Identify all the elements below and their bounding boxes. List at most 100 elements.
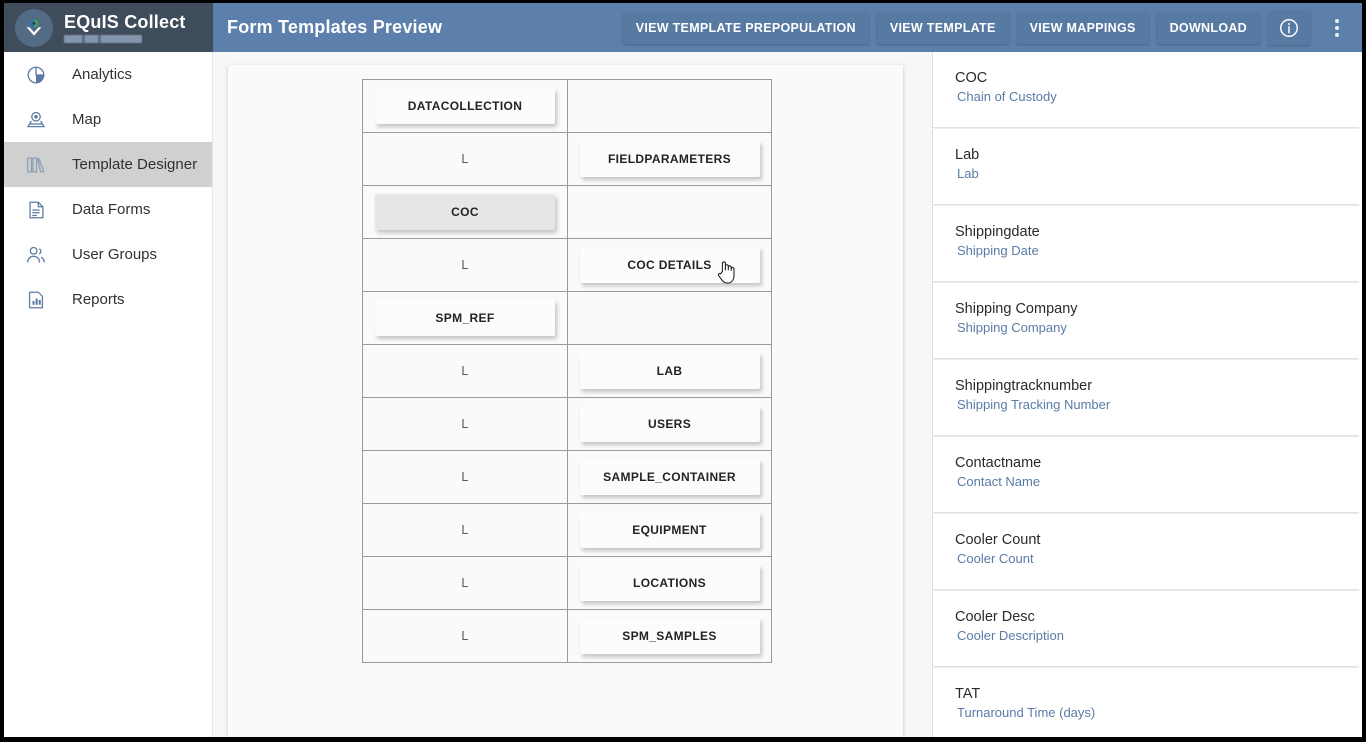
tree-leaf-marker: L [461, 523, 468, 537]
sidebar-nav: Analytics Map Template De [4, 52, 213, 737]
view-template-button[interactable]: VIEW TEMPLATE [877, 12, 1009, 44]
sidebar-item-map[interactable]: Map [4, 97, 212, 142]
sidebar-item-reports[interactable]: Reports [4, 277, 212, 322]
sidebar-item-label: Reports [72, 291, 125, 308]
main-stage: DATACOLLECTION L FIELDPARAMETERS COC L COC DE… [213, 52, 1362, 737]
field-card-name: TAT [955, 685, 1362, 703]
field-card[interactable]: Cooler DescCooler Description [932, 591, 1362, 667]
tree-leaf-marker-cell: L [363, 239, 568, 292]
app-window: EQuIS Collect Form Templates Preview VIE… [4, 3, 1362, 737]
tree-empty-cell [568, 292, 772, 345]
field-card[interactable]: Shipping CompanyShipping Company [932, 283, 1362, 359]
panel-scrollbar[interactable] [1359, 52, 1362, 737]
template-structure-body: DATACOLLECTION L FIELDPARAMETERS COC L COC DE… [363, 80, 772, 663]
field-card[interactable]: COCChain of Custody [932, 52, 1362, 128]
toolbar-actions: VIEW TEMPLATE PREPOPULATION VIEW TEMPLAT… [623, 8, 1354, 48]
field-card-name: Contactname [955, 454, 1362, 472]
tree-child-cell: LAB [568, 345, 772, 398]
tree-leaf-marker-cell: L [363, 398, 568, 451]
brand-area: EQuIS Collect [4, 3, 213, 52]
info-circle-icon[interactable] [1268, 11, 1310, 45]
sidebar-item-label: User Groups [72, 246, 157, 263]
tree-node-fieldparameters[interactable]: FIELDPARAMETERS [580, 141, 760, 177]
template-structure-row: L USERS [363, 398, 772, 451]
tree-child-cell: EQUIPMENT [568, 504, 772, 557]
document-icon [22, 197, 50, 223]
template-structure-row: L COC DETAILS [363, 239, 772, 292]
field-card-name: COC [955, 69, 1362, 87]
field-definition-panel[interactable]: COCChain of CustodyLabLabShippingdateShi… [932, 52, 1362, 737]
books-icon [22, 152, 50, 178]
field-card[interactable]: LabLab [932, 129, 1362, 205]
view-mappings-button[interactable]: VIEW MAPPINGS [1017, 12, 1149, 44]
collect-globe-logo-icon[interactable] [15, 9, 53, 47]
tree-node-datacollection[interactable]: DATACOLLECTION [375, 88, 555, 124]
tree-leaf-marker-cell: L [363, 557, 568, 610]
brand-subtitle-redacted [64, 35, 142, 43]
view-template-prepopulation-button[interactable]: VIEW TEMPLATE PREPOPULATION [623, 12, 869, 44]
field-card[interactable]: ShippingdateShipping Date [932, 206, 1362, 282]
page-title: Form Templates Preview [227, 17, 442, 38]
field-card[interactable]: ContactnameContact Name [932, 437, 1362, 513]
tree-node-spm-ref[interactable]: SPM_REF [375, 300, 555, 336]
tree-node-users[interactable]: USERS [580, 406, 760, 442]
sidebar-item-data-forms[interactable]: Data Forms [4, 187, 212, 232]
template-structure-row: L SAMPLE_CONTAINER [363, 451, 772, 504]
field-card-name: Shipping Company [955, 300, 1362, 318]
pie-chart-icon [22, 62, 50, 88]
field-card-description: Lab [957, 165, 1362, 183]
tree-node-equipment[interactable]: EQUIPMENT [580, 512, 760, 548]
tree-node-cell: COC [363, 186, 568, 239]
tree-leaf-marker: L [461, 364, 468, 378]
download-button[interactable]: DOWNLOAD [1157, 12, 1260, 44]
tree-leaf-marker-cell: L [363, 504, 568, 557]
tree-node-spm-samples[interactable]: SPM_SAMPLES [580, 618, 760, 654]
tree-child-cell: LOCATIONS [568, 557, 772, 610]
sidebar-item-label: Template Designer [72, 156, 197, 173]
sidebar-item-template-designer[interactable]: Template Designer [4, 142, 212, 187]
template-structure-row: COC [363, 186, 772, 239]
tree-child-cell: USERS [568, 398, 772, 451]
field-card-description: Shipping Tracking Number [957, 396, 1362, 414]
tree-node-sample-container[interactable]: SAMPLE_CONTAINER [580, 459, 760, 495]
field-card-name: Cooler Desc [955, 608, 1362, 626]
brand-title: EQuIS Collect [64, 12, 186, 32]
field-card-description: Contact Name [957, 473, 1362, 491]
template-structure-row: SPM_REF [363, 292, 772, 345]
field-card-description: Shipping Date [957, 242, 1362, 260]
tree-leaf-marker-cell: L [363, 133, 568, 186]
field-card-description: Shipping Company [957, 319, 1362, 337]
field-card-description: Cooler Description [957, 627, 1362, 645]
sidebar-item-user-groups[interactable]: User Groups [4, 232, 212, 277]
tree-leaf-marker: L [461, 258, 468, 272]
tree-node-lab[interactable]: LAB [580, 353, 760, 389]
field-list: COCChain of CustodyLabLabShippingdateShi… [932, 52, 1362, 737]
field-card[interactable]: ShippingtracknumberShipping Tracking Num… [932, 360, 1362, 436]
tree-empty-cell [568, 186, 772, 239]
template-structure-row: L SPM_SAMPLES [363, 610, 772, 663]
field-card-name: Cooler Count [955, 531, 1362, 549]
top-bar: EQuIS Collect Form Templates Preview VIE… [4, 3, 1362, 52]
tree-child-cell: FIELDPARAMETERS [568, 133, 772, 186]
tree-leaf-marker: L [461, 470, 468, 484]
field-card[interactable]: Cooler CountCooler Count [932, 514, 1362, 590]
tree-leaf-marker: L [461, 629, 468, 643]
template-structure-row: DATACOLLECTION [363, 80, 772, 133]
field-card-description: Cooler Count [957, 550, 1362, 568]
sidebar-item-analytics[interactable]: Analytics [4, 52, 212, 97]
tree-node-coc-details[interactable]: COC DETAILS [580, 247, 760, 283]
vertical-dots-icon[interactable] [1320, 8, 1354, 48]
tree-leaf-marker: L [461, 152, 468, 166]
tree-child-cell: SPM_SAMPLES [568, 610, 772, 663]
tree-node-locations[interactable]: LOCATIONS [580, 565, 760, 601]
tree-leaf-marker-cell: L [363, 451, 568, 504]
tree-node-cell: DATACOLLECTION [363, 80, 568, 133]
users-icon [22, 242, 50, 268]
tree-leaf-marker: L [461, 576, 468, 590]
field-card[interactable]: TATTurnaround Time (days) [932, 668, 1362, 737]
tree-leaf-marker-cell: L [363, 345, 568, 398]
field-card-name: Lab [955, 146, 1362, 164]
tree-node-coc[interactable]: COC [375, 194, 555, 230]
tree-leaf-marker: L [461, 417, 468, 431]
bar-chart-report-icon [22, 287, 50, 313]
